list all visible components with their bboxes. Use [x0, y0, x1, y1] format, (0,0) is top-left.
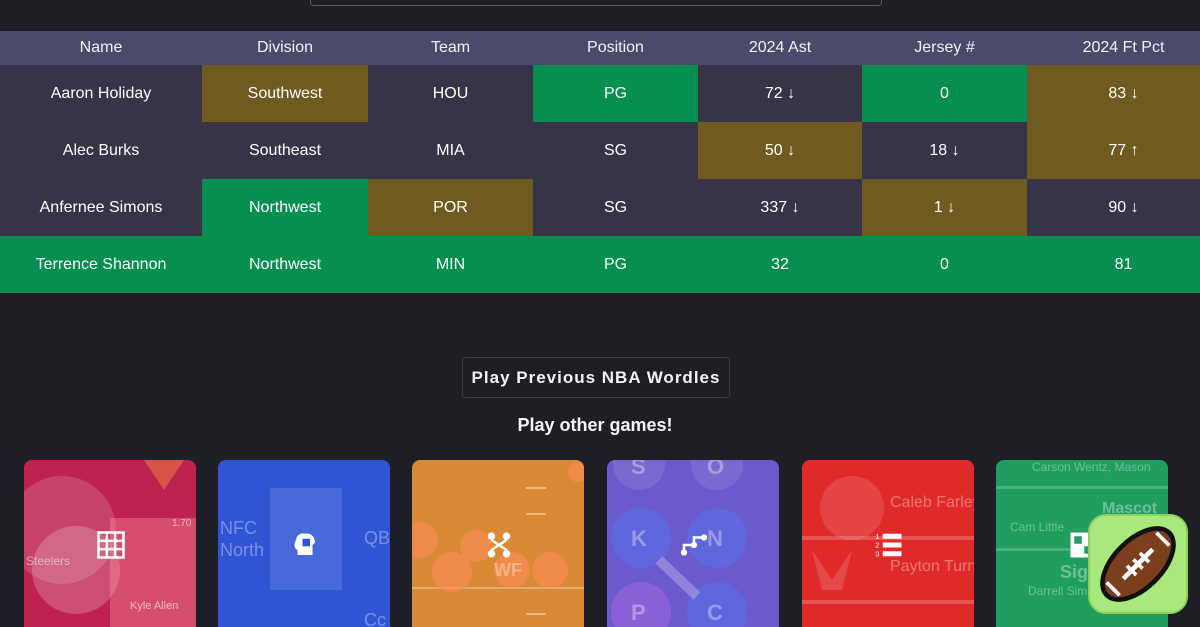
card-text: Cc — [364, 610, 386, 627]
game-card-path[interactable]: S O K N P C — [607, 460, 779, 627]
table-cell: 83 ↓ — [1027, 65, 1200, 122]
card-text: Darrell Sim — [1028, 584, 1088, 598]
table-cell: 337 ↓ — [698, 179, 862, 236]
grid-icon — [97, 531, 125, 559]
table-cell: SG — [533, 122, 698, 179]
card-text: Cam Little — [1010, 520, 1065, 534]
card-text: 1.70 — [172, 518, 192, 529]
card-text: Caleb Farley — [890, 494, 974, 511]
table-cell: 72 ↓ — [698, 65, 862, 122]
table-cell: PG — [533, 65, 698, 122]
football-app-button[interactable] — [1088, 514, 1188, 614]
table-cell: 0 — [862, 65, 1027, 122]
table-cell: Terrence Shannon — [0, 236, 202, 293]
table-cell: Northwest — [202, 236, 368, 293]
ranked-list-icon: 1 2 3 — [875, 532, 902, 558]
table-cell: POR — [368, 179, 533, 236]
table-cell: SG — [533, 179, 698, 236]
table-cell: 0 — [862, 236, 1027, 293]
table-cell: 32 — [698, 236, 862, 293]
game-card-brain[interactable]: NFC North QB Cc — [218, 460, 390, 627]
header-assists: 2024 Ast — [698, 31, 862, 65]
table-header-row: Name Division Team Position 2024 Ast Jer… — [0, 31, 1200, 65]
guess-table: Name Division Team Position 2024 Ast Jer… — [0, 31, 1200, 293]
card-text: WF — [494, 560, 522, 580]
table-cell: 77 ↑ — [1027, 122, 1200, 179]
search-input[interactable] — [310, 0, 882, 6]
brain-puzzle-icon — [294, 533, 315, 555]
football-icon — [1100, 526, 1176, 602]
card-text: Sig — [1060, 562, 1089, 582]
table-cell: MIA — [368, 122, 533, 179]
card-text: Steelers — [26, 554, 71, 568]
team-connect-icon — [487, 532, 511, 558]
card-text: Carson Wentz, Mason — [1032, 460, 1151, 474]
table-cell: Northwest — [202, 179, 368, 236]
header-division: Division — [202, 31, 368, 65]
card-text: Kyle Allen — [130, 600, 179, 612]
header-position: Position — [533, 31, 698, 65]
table-cell: Anfernee Simons — [0, 179, 202, 236]
svg-text:1: 1 — [875, 532, 879, 541]
table-cell: Southeast — [202, 122, 368, 179]
table-cell: 81 — [1027, 236, 1200, 293]
table-row: Alec Burks Southeast MIA SG 50 ↓ 18 ↓ 77 ↑ — [0, 122, 1200, 179]
card-text: QB — [364, 528, 390, 548]
svg-text:3: 3 — [875, 549, 879, 558]
card-text: P — [631, 600, 646, 625]
other-games-title: Play other games! — [517, 415, 673, 435]
card-text: S — [631, 460, 646, 479]
card-text: Payton Turn — [890, 558, 974, 575]
table-cell: 1 ↓ — [862, 179, 1027, 236]
table-cell: 90 ↓ — [1027, 179, 1200, 236]
table-cell: Southwest — [202, 65, 368, 122]
path-icon — [680, 534, 708, 556]
table-row: Anfernee Simons Northwest POR SG 337 ↓ 1 ↓ 90 … — [0, 179, 1200, 236]
header-ft-pct: 2024 Ft Pct — [1027, 31, 1200, 65]
table-cell: HOU — [368, 65, 533, 122]
table-cell: 50 ↓ — [698, 122, 862, 179]
card-text: C — [707, 600, 723, 625]
table-cell: 18 ↓ — [862, 122, 1027, 179]
header-jersey: Jersey # — [862, 31, 1027, 65]
header-team: Team — [368, 31, 533, 65]
card-text: NFC — [220, 518, 257, 538]
game-card-grid[interactable]: Steelers Kyle Allen 1.70 — [24, 460, 196, 627]
table-row: Terrence Shannon Northwest MIN PG 32 0 81 — [0, 236, 1200, 293]
card-text: N — [707, 526, 723, 551]
play-previous-button[interactable]: Play Previous NBA Wordles — [462, 357, 730, 398]
header-name: Name — [0, 31, 202, 65]
table-cell: Alec Burks — [0, 122, 202, 179]
card-text: K — [631, 526, 647, 551]
table-cell: MIN — [368, 236, 533, 293]
card-text: O — [707, 460, 725, 479]
card-text: North — [220, 540, 265, 560]
game-card-team-connect[interactable]: WF — [412, 460, 584, 627]
table-row: Aaron Holiday Southwest HOU PG 72 ↓ 0 83 ↓ — [0, 65, 1200, 122]
table-cell: PG — [533, 236, 698, 293]
game-card-ranked[interactable]: Caleb Farley Payton Turn 1 2 3 — [802, 460, 974, 627]
svg-text:2: 2 — [875, 541, 879, 550]
table-cell: Aaron Holiday — [0, 65, 202, 122]
